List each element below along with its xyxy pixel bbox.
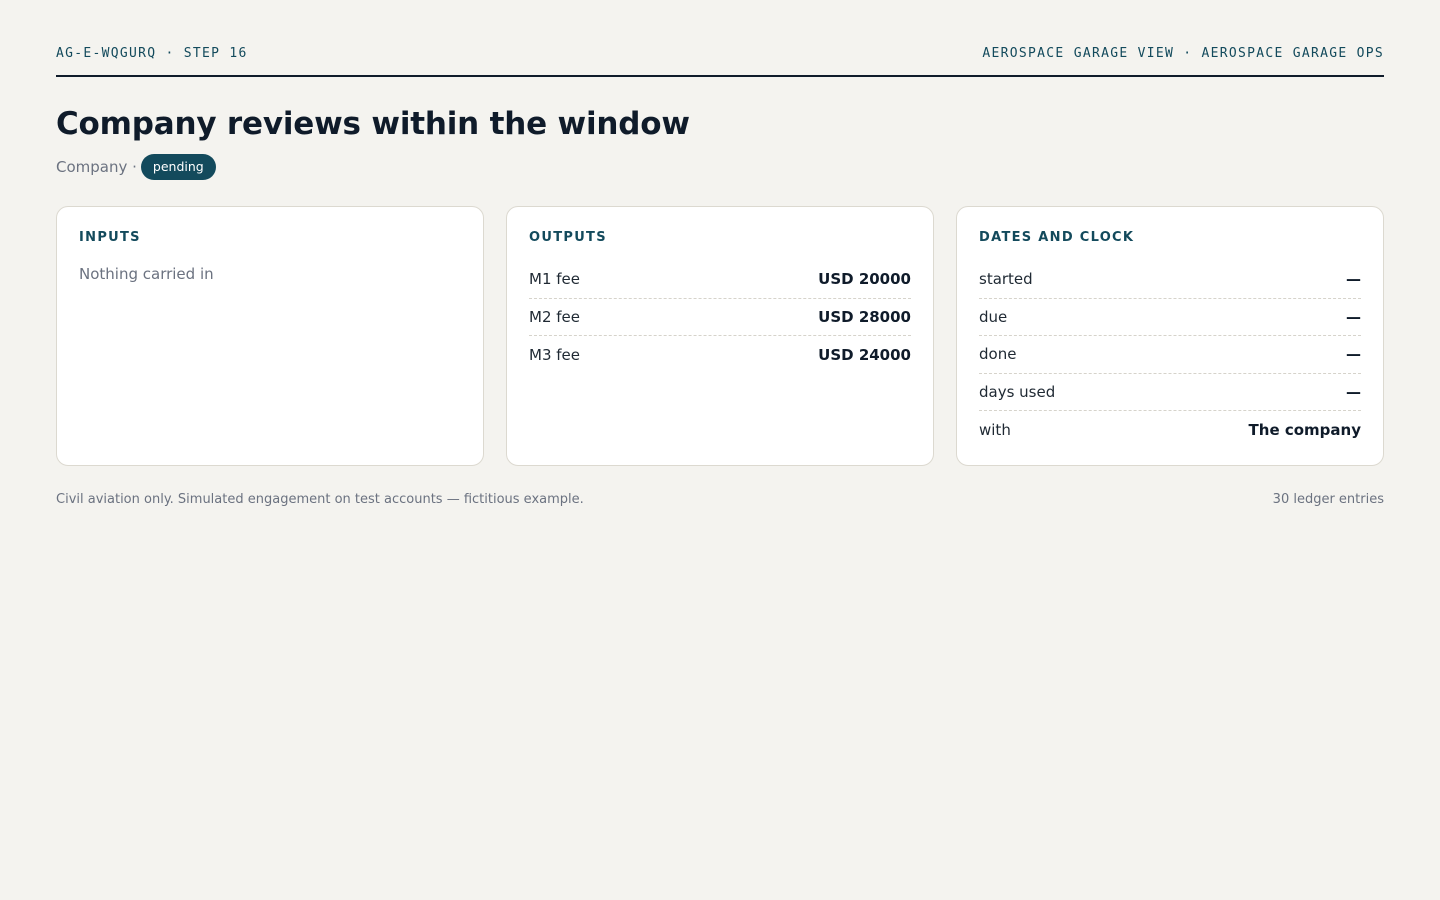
date-value: — [1346,382,1361,401]
status-badge: pending [140,154,216,180]
outputs-card: OUTPUTS M1 fee USD 20000 M2 fee USD 2800… [506,206,934,466]
date-label: due [979,307,1008,326]
view-breadcrumb: AEROSPACE GARAGE VIEW · AEROSPACE GARAGE… [982,46,1384,61]
dates-card: DATES AND CLOCK started — due — done — d… [956,206,1384,466]
date-value: The company [1248,420,1361,439]
ledger-count: 30 ledger entries [1272,492,1384,507]
inputs-card: INPUTS Nothing carried in [56,206,484,466]
subtitle-line: Company · pending [56,154,216,180]
date-row-with: with The company [979,411,1361,449]
output-value: USD 20000 [818,270,911,289]
output-value: USD 28000 [818,307,911,326]
date-label: with [979,420,1011,439]
date-row-due: due — [979,299,1361,336]
date-label: started [979,270,1033,289]
output-label: M1 fee [529,270,580,289]
output-row-m3: M3 fee USD 24000 [529,336,911,374]
output-value: USD 24000 [818,345,911,364]
date-label: done [979,345,1017,364]
date-value: — [1346,307,1361,326]
output-row-m1: M1 fee USD 20000 [529,261,911,299]
date-row-done: done — [979,336,1361,374]
footer: Civil aviation only. Simulated engagemen… [56,492,1384,507]
dates-heading: DATES AND CLOCK [979,230,1135,245]
output-label: M2 fee [529,307,580,326]
date-label: days used [979,382,1056,401]
inputs-heading: INPUTS [79,230,141,245]
output-row-m2: M2 fee USD 28000 [529,299,911,336]
output-label: M3 fee [529,345,580,364]
cards-row: INPUTS Nothing carried in OUTPUTS M1 fee… [56,206,1384,466]
record-step-label: AG-E-WQGURQ · STEP 16 [56,46,248,61]
inputs-empty-text: Nothing carried in [79,265,214,283]
date-value: — [1346,270,1361,289]
page-title: Company reviews within the window [56,106,690,142]
party-label: Company · [56,158,137,176]
date-value: — [1346,345,1361,364]
disclaimer-text: Civil aviation only. Simulated engagemen… [56,492,584,507]
date-row-days-used: days used — [979,374,1361,411]
outputs-heading: OUTPUTS [529,230,607,245]
date-row-started: started — [979,261,1361,299]
top-bar: AG-E-WQGURQ · STEP 16 AEROSPACE GARAGE V… [56,46,1384,77]
